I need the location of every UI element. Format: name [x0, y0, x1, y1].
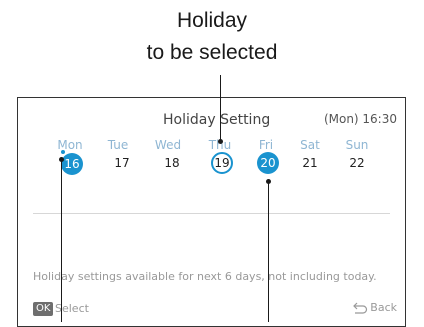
callout-pointer-dot [218, 139, 223, 144]
selected-pointer-line [268, 181, 269, 322]
date-21[interactable]: 21 [299, 152, 321, 174]
weekday-label-mon: Mon [57, 138, 83, 152]
today-pointer-dot [59, 157, 64, 162]
date-19-cursor[interactable]: 19 [211, 152, 233, 174]
date-20-holiday-selected[interactable]: 20 [257, 152, 279, 174]
holiday-setting-screen: Holiday Setting (Mon) 16:30 Mon Tue Wed … [17, 97, 406, 327]
current-datetime: (Mon) 16:30 [323, 112, 397, 126]
callout-line-2: to be selected [146, 41, 278, 64]
divider [33, 213, 390, 214]
back-button[interactable]: Back [352, 301, 397, 315]
weekday-label-sun: Sun [345, 138, 369, 152]
today-pointer-line [61, 159, 62, 322]
screen-title: Holiday Setting [163, 112, 271, 128]
back-label: Back [370, 301, 397, 314]
weekday-label-fri: Fri [258, 138, 274, 152]
callout-line-1: Holiday [176, 9, 248, 32]
callout-pointer-line [220, 75, 221, 141]
holiday-info-note: Holiday settings available for next 6 da… [33, 270, 377, 283]
date-22[interactable]: 22 [346, 152, 368, 174]
date-17[interactable]: 17 [111, 152, 133, 174]
back-arrow-icon [353, 302, 368, 314]
weekday-label-sat: Sat [300, 138, 320, 152]
today-marker-dot [61, 150, 65, 154]
selected-pointer-dot [266, 179, 271, 184]
weekday-label-tue: Tue [107, 138, 129, 152]
ok-button-icon[interactable]: OK [33, 302, 54, 316]
date-18[interactable]: 18 [161, 152, 183, 174]
date-16-today[interactable]: 16 [61, 153, 83, 175]
weekday-label-wed: Wed [154, 138, 182, 152]
